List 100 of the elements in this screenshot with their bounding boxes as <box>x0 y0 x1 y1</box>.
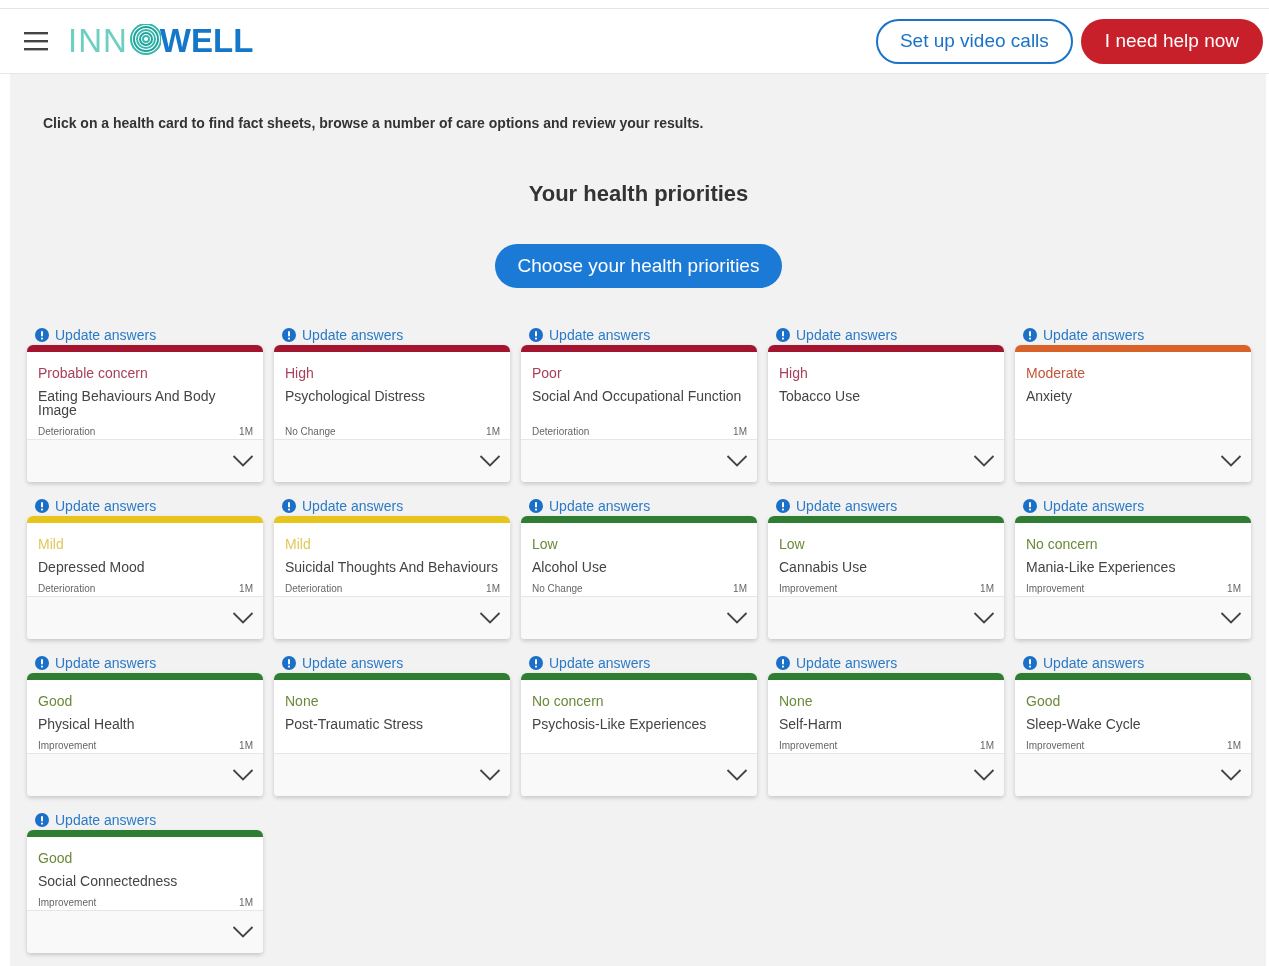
trend-label: Improvement <box>1026 739 1085 751</box>
chevron-down-icon[interactable] <box>1220 768 1242 782</box>
update-answers-link[interactable]: Update answers <box>27 496 263 516</box>
update-answers-link[interactable]: Update answers <box>521 496 757 516</box>
chevron-down-icon[interactable] <box>479 611 501 625</box>
logo-text: WELL <box>159 22 254 60</box>
level-label: Poor <box>532 364 563 382</box>
health-card[interactable]: Low Cannabis Use Improvement 1M <box>768 516 1004 639</box>
trend-label: Improvement <box>1026 582 1085 594</box>
health-card[interactable]: Probable concern Eating Behaviours And Body Image Deterioration 1M <box>27 345 263 482</box>
chevron-down-icon[interactable] <box>726 611 748 625</box>
update-answers-link[interactable]: Update answers <box>1015 653 1251 673</box>
level-label: Good <box>38 849 74 867</box>
level-label: No concern <box>1026 535 1099 553</box>
update-answers-link[interactable]: Update answers <box>27 653 263 673</box>
health-card[interactable]: Moderate Anxiety <box>1015 345 1251 482</box>
card-title: Social Connectedness <box>38 874 179 888</box>
health-card[interactable]: No concern Psychosis-Like Experiences <box>521 673 757 796</box>
health-card[interactable]: None Post-Traumatic Stress <box>274 673 510 796</box>
health-card[interactable]: Poor Social And Occupational Function Deterioration 1M <box>521 345 757 482</box>
choose-priorities-button[interactable]: Choose your health priorities <box>494 244 783 288</box>
health-card[interactable]: Mild Suicidal Thoughts And Behaviours Deterioration 1M <box>274 516 510 639</box>
period-label: 1M <box>1227 582 1241 594</box>
card-title: Self-Harm <box>779 717 843 731</box>
level-label: Mild <box>285 535 312 553</box>
alert-icon <box>282 499 296 513</box>
level-label: Probable concern <box>38 364 149 382</box>
health-card[interactable]: No concern Mania-Like Experiences Improvement 1M <box>1015 516 1251 639</box>
period-label: 1M <box>733 582 747 594</box>
period-label: 1M <box>239 425 253 437</box>
card-title: Psychosis-Like Experiences <box>532 717 708 731</box>
alert-icon <box>35 328 49 342</box>
level-label: Good <box>38 692 74 710</box>
health-card[interactable]: Good Physical Health Improvement 1M <box>27 673 263 796</box>
page-title: Your health priorities <box>527 181 750 207</box>
chevron-down-icon[interactable] <box>973 611 995 625</box>
level-label: High <box>779 364 809 382</box>
card-title: Social And Occupational Function <box>532 389 743 403</box>
chevron-down-icon[interactable] <box>232 611 254 625</box>
card-title: Suicidal Thoughts And Behaviours <box>285 560 499 574</box>
chevron-down-icon[interactable] <box>726 454 748 468</box>
health-card[interactable]: High Psychological Distress No Change 1M <box>274 345 510 482</box>
update-answers-link[interactable]: Update answers <box>1015 496 1251 516</box>
health-card[interactable]: High Tobacco Use <box>768 345 1004 482</box>
period-label: 1M <box>486 425 500 437</box>
level-label: Good <box>1026 692 1062 710</box>
alert-icon <box>529 328 543 342</box>
chevron-down-icon[interactable] <box>232 454 254 468</box>
chevron-down-icon[interactable] <box>973 454 995 468</box>
update-answers-link[interactable]: Update answers <box>521 325 757 345</box>
menu-icon[interactable] <box>24 30 50 52</box>
update-answers-link[interactable]: Update answers <box>27 325 263 345</box>
chevron-down-icon[interactable] <box>973 768 995 782</box>
chevron-down-icon[interactable] <box>232 925 254 939</box>
health-card[interactable]: Mild Depressed Mood Deterioration 1M <box>27 516 263 639</box>
card-title: Eating Behaviours And Body Image <box>38 389 217 417</box>
intro-text: Click on a health card to find fact sheets, browse a number of care options and review your results. <box>42 114 705 131</box>
update-answers-link[interactable]: Update answers <box>274 496 510 516</box>
trend-label: Improvement <box>779 582 838 594</box>
update-answers-link[interactable]: Update answers <box>768 325 1004 345</box>
period-label: 1M <box>486 582 500 594</box>
chevron-down-icon[interactable] <box>479 454 501 468</box>
chevron-down-icon[interactable] <box>479 768 501 782</box>
trend-label: No Change <box>285 425 336 437</box>
alert-icon <box>35 813 49 827</box>
alert-icon <box>282 656 296 670</box>
trend-label: Deterioration <box>285 582 343 594</box>
update-answers-link[interactable]: Update answers <box>768 653 1004 673</box>
help-button[interactable]: I need help now <box>1080 18 1263 64</box>
card-title: Depressed Mood <box>38 560 146 574</box>
level-label: None <box>779 692 814 710</box>
update-answers-link[interactable]: Update answers <box>1015 325 1251 345</box>
card-title: Cannabis Use <box>779 560 868 574</box>
video-call-button[interactable]: Set up video calls <box>875 18 1073 64</box>
update-answers-link[interactable]: Update answers <box>27 810 263 830</box>
update-answers-link[interactable]: Update answers <box>521 653 757 673</box>
card-title: Physical Health <box>38 717 136 731</box>
period-label: 1M <box>733 425 747 437</box>
health-card[interactable]: Low Alcohol Use No Change 1M <box>521 516 757 639</box>
chevron-down-icon[interactable] <box>232 768 254 782</box>
health-card[interactable]: None Self-Harm Improvement 1M <box>768 673 1004 796</box>
level-label: Low <box>532 535 559 553</box>
update-answers-link[interactable]: Update answers <box>274 325 510 345</box>
card-title: Post-Traumatic Stress <box>285 717 424 731</box>
alert-icon <box>529 656 543 670</box>
chevron-down-icon[interactable] <box>1220 611 1242 625</box>
level-label: Low <box>779 535 806 553</box>
chevron-down-icon[interactable] <box>726 768 748 782</box>
level-label: No concern <box>532 692 605 710</box>
chevron-down-icon[interactable] <box>1220 454 1242 468</box>
alert-icon <box>35 499 49 513</box>
update-answers-link[interactable]: Update answers <box>768 496 1004 516</box>
update-answers-link[interactable]: Update answers <box>274 653 510 673</box>
health-card[interactable]: Good Sleep-Wake Cycle Improvement 1M <box>1015 673 1251 796</box>
trend-label: Deterioration <box>532 425 590 437</box>
trend-label: Improvement <box>779 739 838 751</box>
card-title: Alcohol Use <box>532 560 608 574</box>
health-card[interactable]: Good Social Connectedness Improvement 1M <box>27 830 263 953</box>
alert-icon <box>1023 328 1037 342</box>
alert-icon <box>1023 656 1037 670</box>
